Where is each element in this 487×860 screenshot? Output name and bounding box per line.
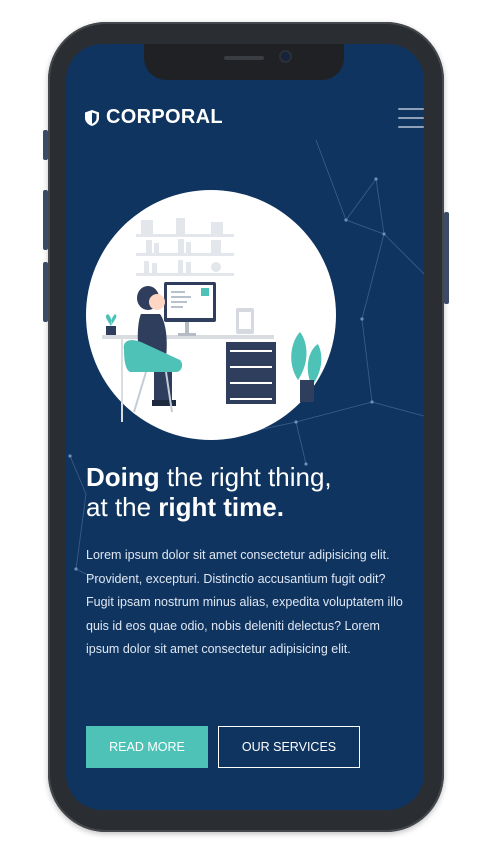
- hero-illustration: [86, 190, 336, 440]
- speaker: [224, 56, 264, 60]
- our-services-button[interactable]: OUR SERVICES: [218, 726, 360, 768]
- phone-screen: CORPORAL Doing the right thing, at the r…: [66, 44, 424, 810]
- headline-light-1: the right thing,: [159, 462, 332, 492]
- phone-side-button: [43, 130, 48, 160]
- logo[interactable]: CORPORAL: [84, 106, 223, 129]
- camera-icon: [281, 52, 290, 61]
- hero-paragraph: Lorem ipsum dolor sit amet consectetur a…: [86, 548, 403, 656]
- phone-side-button: [43, 190, 48, 250]
- read-more-button[interactable]: READ MORE: [86, 726, 208, 768]
- phone-notch: [144, 44, 344, 80]
- shield-icon: [85, 109, 99, 126]
- phone-side-button: [43, 262, 48, 322]
- headline-light-2: at the: [86, 492, 159, 522]
- headline-bold-1: Doing: [86, 462, 160, 492]
- brand-name: CORPORAL: [106, 106, 223, 128]
- phone-side-button: [444, 212, 449, 304]
- headline-bold-2: right time.: [158, 492, 284, 522]
- site-header: CORPORAL: [84, 106, 424, 136]
- hamburger-menu-icon[interactable]: [398, 108, 424, 130]
- hero-headline: Doing the right thing, at the right time…: [86, 462, 416, 522]
